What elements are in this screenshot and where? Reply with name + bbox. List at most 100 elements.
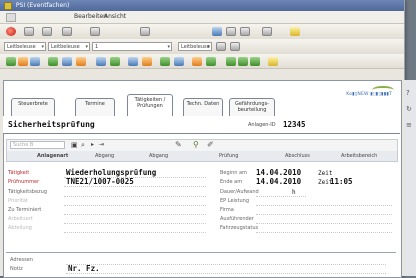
column-header-3[interactable]: Abgang — [149, 153, 168, 159]
label-notiz: Notiz — [10, 266, 23, 272]
tag-icon[interactable] — [142, 57, 152, 66]
bottom-row-2: Notiz Nr. Fz. — [8, 264, 398, 274]
grid-search-input[interactable]: Suche B — [10, 141, 65, 149]
label-adressen: Adressen — [10, 257, 33, 263]
report-icon[interactable] — [192, 57, 202, 66]
check-icon[interactable] — [160, 57, 170, 66]
filter-icon[interactable] — [216, 42, 226, 51]
label-zu-terminiert: Zu Terminiert — [8, 207, 42, 213]
doc-icon-2[interactable] — [238, 57, 248, 66]
attach-icon[interactable]: ⚲ — [193, 140, 199, 149]
side-help-icon[interactable]: ? — [406, 90, 413, 97]
filter-combo-3[interactable]: 1 — [92, 42, 172, 51]
value-notiz[interactable]: Nr. Fz. — [68, 264, 100, 273]
settings-icon[interactable] — [230, 42, 240, 51]
value-taetigkeit[interactable]: Wiederholungsprüfung — [66, 168, 156, 177]
column-header-1[interactable]: Anlagenart — [37, 153, 68, 159]
side-refresh-icon[interactable]: ↻ — [406, 106, 413, 113]
star-icon[interactable] — [76, 57, 86, 66]
calendar-icon[interactable] — [174, 57, 184, 66]
edit-icon[interactable] — [140, 27, 150, 36]
record-header: Sicherheitsprüfung Anlagen-ID 12345 — [3, 116, 400, 134]
label-beginn: Beginn am — [220, 170, 247, 176]
refresh-icon[interactable] — [62, 27, 72, 36]
view-icon[interactable] — [30, 57, 40, 66]
right-side-panel: ? ↻ ≡ — [404, 80, 416, 276]
export-icon[interactable] — [206, 57, 216, 66]
tool-icon[interactable]: ✎ — [175, 140, 182, 149]
pencil-small-icon[interactable]: ✐ — [207, 140, 214, 149]
app-icon — [4, 1, 12, 10]
grid-next-icon[interactable]: ▸ — [91, 141, 94, 148]
value-pruefnummer[interactable]: TNE21/1007-0025 — [66, 177, 134, 186]
record-name: Sicherheitsprüfung — [8, 120, 95, 129]
column-header-4[interactable]: Prüfung — [219, 153, 238, 159]
arrow-icon[interactable] — [18, 57, 28, 66]
column-header-6[interactable]: Arbeitsbereich — [341, 153, 377, 159]
label-firma: Firma — [220, 207, 234, 213]
forward-icon[interactable] — [42, 27, 52, 36]
toolbar-filters: Leitbeleuse Leitbeleuse 1 Leitbeleuse — [0, 39, 404, 55]
tab-taetigkeiten[interactable]: Tätigkeiten / Prüfungen — [127, 94, 173, 116]
label-taetigkeitsbezug: Tätigkeitsbezug — [8, 189, 48, 195]
menu-bar: Bearbeiten Ansicht — [0, 11, 404, 24]
grid-header: Anlagenart Abgang Abgang Prüfung Abschlu… — [6, 151, 398, 162]
menu-item-ansicht[interactable]: Ansicht — [104, 13, 126, 20]
label-ende: Ende am — [220, 179, 243, 185]
doc-icon-3[interactable] — [250, 57, 260, 66]
grid-view-icon[interactable]: ▣ — [71, 141, 78, 149]
window-title: PSI (Eventfachen) — [15, 2, 70, 9]
add-icon[interactable] — [48, 57, 58, 66]
back-icon[interactable] — [24, 27, 34, 36]
search-icon[interactable] — [212, 27, 222, 36]
tab-termine[interactable]: Termine — [75, 98, 115, 116]
grid-search-icon[interactable]: ⌕ — [81, 141, 85, 150]
label-pruefnummer: Prüfnummer — [8, 179, 40, 185]
pencil-icon[interactable] — [268, 57, 278, 66]
tab-techn-daten[interactable]: Techn. Daten — [183, 98, 223, 116]
record-id-value: 12345 — [283, 120, 306, 129]
label-prioritaet: Priorität — [8, 198, 28, 204]
filter-combo-2[interactable]: Leitbeleuse — [48, 42, 90, 51]
column-header-5[interactable]: Abschluss — [285, 153, 310, 159]
new-record-icon[interactable] — [6, 57, 16, 66]
label-taetigkeit: Tätigkeit — [8, 170, 30, 176]
value-beginn-date[interactable]: 14.04.2010 — [256, 168, 301, 177]
grid-last-icon[interactable]: ⇥ — [99, 141, 104, 148]
tab-steuerbrete[interactable]: Steuerbrete — [11, 98, 55, 116]
column-header-2[interactable]: Abgang — [95, 153, 114, 159]
grid-icon[interactable] — [96, 57, 106, 66]
doc-icon-1[interactable] — [226, 57, 236, 66]
table-icon[interactable] — [128, 57, 138, 66]
detail-form: Tätigkeit Wiederholungsprüfung Beginn am… — [6, 164, 396, 250]
filter-combo-4[interactable]: Leitbeleuse — [178, 42, 212, 51]
home-icon[interactable] — [90, 27, 100, 36]
copy-icon[interactable] — [226, 27, 236, 36]
label-abteilung: Abteilung — [8, 225, 32, 231]
label-ausfuehrender: Ausführender — [220, 216, 254, 222]
chart-icon[interactable] — [110, 57, 120, 66]
filter-combo-1[interactable]: Leitbeleuse — [4, 42, 46, 51]
value-ende-time[interactable]: 11:05 — [330, 177, 353, 186]
bottom-row-1: Adressen — [8, 257, 398, 265]
application-window: PSI (Eventfachen) Bearbeiten Ansicht Lei… — [0, 0, 405, 278]
label-ep-leistung: EP Leistung — [220, 198, 250, 204]
record-id-label: Anlagen-ID — [248, 122, 276, 128]
label-beginn-zeit: Zeit — [318, 170, 333, 177]
company-logo: Ko▮▯NEW ▮▯▮▯▮▮▮T — [346, 92, 392, 97]
stop-icon[interactable] — [6, 27, 16, 36]
toolbar-main — [0, 24, 404, 40]
label-arbeitsort: Arbeitsort — [8, 216, 33, 222]
label-dauer-unit: h — [292, 189, 296, 196]
print-icon[interactable] — [262, 27, 272, 36]
side-list-icon[interactable]: ≡ — [406, 122, 413, 129]
tab-gefaehrdung[interactable]: Gefährdungs- beurteilung — [229, 98, 275, 116]
paste-icon[interactable] — [240, 27, 250, 36]
tab-strip: Steuerbrete Termine Tätigkeiten / Prüfun… — [3, 84, 400, 116]
label-dauer: Dauer/Aufwand — [220, 189, 259, 195]
menu-app-icon[interactable] — [6, 13, 16, 22]
list-icon[interactable] — [62, 57, 72, 66]
menu-item-bearbeiten[interactable]: Bearbeiten — [74, 13, 107, 20]
value-ende-date[interactable]: 14.04.2010 — [256, 177, 301, 186]
folder-icon[interactable] — [290, 27, 300, 36]
